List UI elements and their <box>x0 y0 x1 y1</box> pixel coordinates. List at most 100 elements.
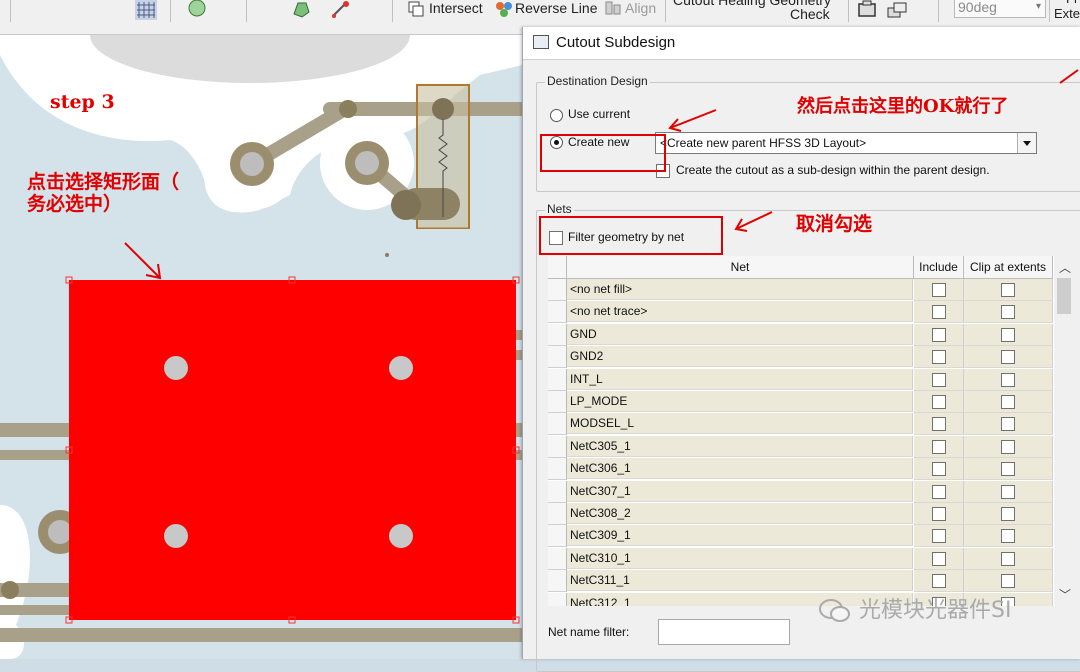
scrollbar-thumb[interactable] <box>1057 278 1071 314</box>
row-header[interactable] <box>548 458 567 481</box>
row-header[interactable] <box>548 547 567 570</box>
polygon-icon[interactable] <box>290 0 312 20</box>
toolbar-separator <box>848 0 849 22</box>
include-checkbox[interactable] <box>931 395 946 409</box>
include-checkbox[interactable] <box>931 350 946 365</box>
clip-at-extents-checkbox[interactable] <box>1001 395 1015 409</box>
table-row[interactable]: NetC305_1 <box>548 435 1054 458</box>
layout-canvas[interactable]: step 3 点击选择矩形面（ 务必选中） <box>0 35 522 659</box>
align-button[interactable]: Align <box>625 0 656 22</box>
clip-at-extents-checkbox[interactable] <box>1001 529 1015 544</box>
use-current-radio[interactable] <box>550 109 563 122</box>
net-name-cell: GND <box>567 323 913 345</box>
row-header[interactable] <box>548 525 567 548</box>
row-header[interactable] <box>548 570 567 593</box>
column-header-net[interactable]: Net <box>567 256 914 279</box>
clip-at-extents-checkbox[interactable] <box>1001 507 1015 521</box>
include-checkbox[interactable] <box>931 305 946 320</box>
row-header[interactable] <box>548 435 567 458</box>
row-header[interactable] <box>548 480 567 503</box>
clip-at-extents-checkbox[interactable] <box>1001 462 1015 477</box>
clip-at-extents-checkbox[interactable] <box>1001 327 1015 342</box>
include-checkbox[interactable] <box>931 551 946 566</box>
row-header[interactable] <box>548 323 567 346</box>
nets-scrollbar[interactable]: ︿ ﹀ <box>1054 256 1074 606</box>
include-cell <box>914 391 964 413</box>
angle-dropdown[interactable]: 90deg ▾ <box>954 0 1046 18</box>
scroll-up-icon[interactable]: ︿ <box>1059 259 1071 276</box>
table-row[interactable]: NetC310_1 <box>548 547 1054 570</box>
table-row[interactable]: NetC309_1 <box>548 525 1054 548</box>
nets-legend: Nets <box>545 202 574 216</box>
intersect-button[interactable]: Intersect <box>429 0 483 22</box>
table-row[interactable]: NetC308_2 <box>548 503 1054 525</box>
include-checkbox[interactable] <box>931 439 946 454</box>
include-checkbox[interactable] <box>931 327 946 342</box>
clip-cell <box>964 346 1053 369</box>
include-checkbox[interactable] <box>931 574 946 589</box>
table-row[interactable]: GND <box>548 323 1054 346</box>
clip-at-extents-checkbox[interactable] <box>1001 283 1015 297</box>
column-header-clip[interactable]: Clip at extents <box>964 256 1053 279</box>
extents-button[interactable]: Exte <box>1054 6 1080 28</box>
use-current-label[interactable]: Use current <box>568 107 630 121</box>
table-row[interactable]: INT_L <box>548 368 1054 391</box>
column-header-include[interactable]: Include <box>914 256 964 279</box>
include-checkbox[interactable] <box>931 484 946 499</box>
cutout-subdesign-dialog: Cutout Subdesign Destination Design Use … <box>522 27 1080 672</box>
row-header[interactable] <box>548 346 567 369</box>
clip-at-extents-checkbox[interactable] <box>1001 417 1015 432</box>
table-row[interactable]: GND2 <box>548 346 1054 369</box>
include-cell <box>914 323 964 346</box>
row-header[interactable] <box>548 503 567 525</box>
table-row[interactable]: <no net trace> <box>548 301 1054 324</box>
table-row[interactable]: LP_MODE <box>548 391 1054 413</box>
clip-at-extents-checkbox[interactable] <box>1001 551 1015 566</box>
include-checkbox[interactable] <box>931 507 946 521</box>
subdesign-option-label[interactable]: Create the cutout as a sub-design within… <box>676 163 990 177</box>
clip-at-extents-checkbox[interactable] <box>1001 574 1015 589</box>
row-header[interactable] <box>548 391 567 413</box>
include-checkbox[interactable] <box>931 462 946 477</box>
table-row[interactable]: NetC307_1 <box>548 480 1054 503</box>
clip-at-extents-checkbox[interactable] <box>1001 305 1015 320</box>
circle-icon[interactable] <box>186 0 208 20</box>
scroll-down-icon[interactable]: ﹀ <box>1059 586 1071 603</box>
include-cell <box>914 368 964 391</box>
row-header[interactable] <box>548 279 567 301</box>
board-icon[interactable] <box>856 0 878 20</box>
row-header[interactable] <box>548 592 567 606</box>
clip-at-extents-checkbox[interactable] <box>1001 350 1015 365</box>
grid-icon[interactable] <box>135 0 157 20</box>
toolbar-separator <box>938 0 939 22</box>
net-name-cell: NetC311_1 <box>567 570 913 592</box>
table-row[interactable]: NetC311_1 <box>548 570 1054 593</box>
include-checkbox[interactable] <box>931 372 946 387</box>
table-row[interactable]: NetC306_1 <box>548 458 1054 481</box>
table-row[interactable]: <no net fill> <box>548 279 1054 301</box>
net-name-cell: <no net fill> <box>567 279 913 300</box>
clip-at-extents-checkbox[interactable] <box>1001 439 1015 454</box>
clip-at-extents-checkbox[interactable] <box>1001 484 1015 499</box>
parent-design-combobox[interactable]: <Create new parent HFSS 3D Layout> <box>655 132 1037 154</box>
clip-cell <box>964 547 1053 570</box>
row-header[interactable] <box>548 368 567 391</box>
chevron-down-icon[interactable] <box>1017 133 1036 153</box>
window-icon <box>533 35 549 49</box>
clip-at-extents-checkbox[interactable] <box>1001 372 1015 387</box>
include-checkbox[interactable] <box>931 283 946 297</box>
table-row[interactable]: MODSEL_L <box>548 413 1054 436</box>
include-checkbox[interactable] <box>931 529 946 544</box>
clip-cell <box>964 391 1053 413</box>
reverse-line-button[interactable]: Reverse Line <box>515 0 598 22</box>
net-name-filter-input[interactable] <box>658 619 790 645</box>
include-cell <box>914 525 964 548</box>
row-header[interactable] <box>548 301 567 324</box>
parent-design-value: <Create new parent HFSS 3D Layout> <box>660 136 867 150</box>
layers-icon[interactable] <box>886 0 908 20</box>
wechat-icon <box>819 599 850 622</box>
clip-cell <box>964 368 1053 391</box>
row-header[interactable] <box>548 413 567 436</box>
include-checkbox[interactable] <box>931 417 946 432</box>
edit-vertex-icon[interactable] <box>330 0 352 20</box>
